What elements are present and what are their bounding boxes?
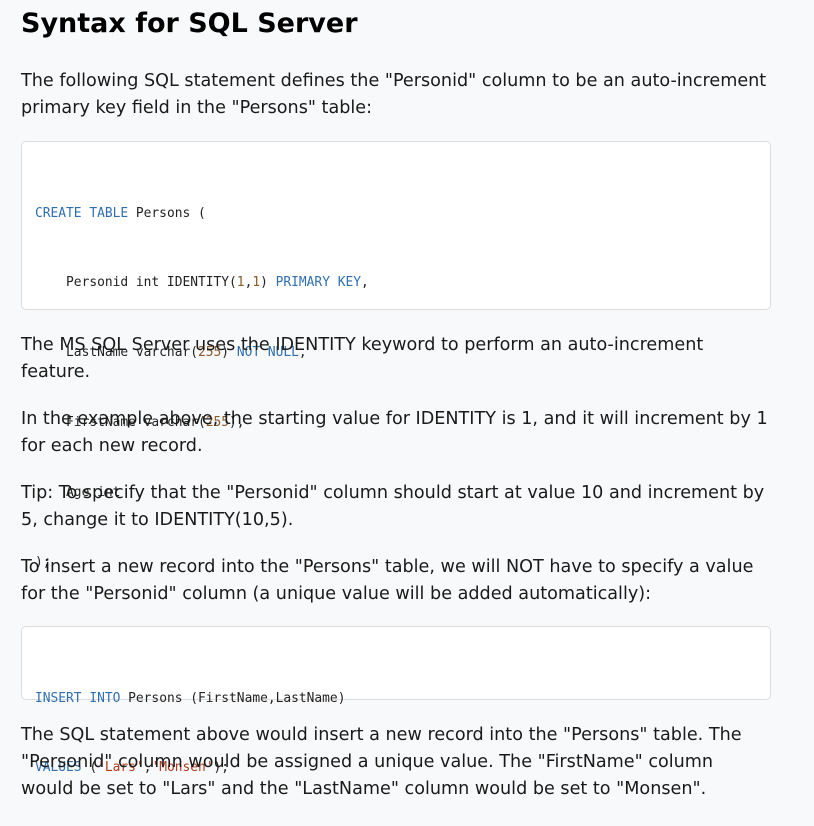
- article-content: Syntax for SQL Server The following SQL …: [0, 0, 814, 826]
- code-line: INSERT INTO Persons (FirstName,LastName): [35, 690, 346, 706]
- insert-paragraph: To insert a new record into the "Persons…: [21, 557, 754, 604]
- code-line: Personid int IDENTITY(1,1) PRIMARY KEY,: [35, 275, 369, 291]
- example-paragraph: In the example above, the starting value…: [21, 409, 768, 456]
- code-line: CREATE TABLE Persons (: [35, 205, 206, 221]
- create-table-code: CREATE TABLE Persons ( Personid int IDEN…: [35, 155, 369, 621]
- create-table-code-example: CREATE TABLE Persons ( Personid int IDEN…: [21, 141, 771, 570]
- tip-paragraph: Tip: To specify that the "Personid" colu…: [21, 483, 765, 530]
- insert-code-example: INSERT INTO Persons (FirstName,LastName)…: [21, 626, 771, 775]
- intro-paragraph: The following SQL statement defines the …: [21, 71, 767, 118]
- result-paragraph: The SQL statement above would insert a n…: [21, 725, 742, 799]
- section-heading: Syntax for SQL Server: [21, 8, 358, 39]
- identity-paragraph: The MS SQL Server uses the IDENTITY keyw…: [21, 335, 704, 382]
